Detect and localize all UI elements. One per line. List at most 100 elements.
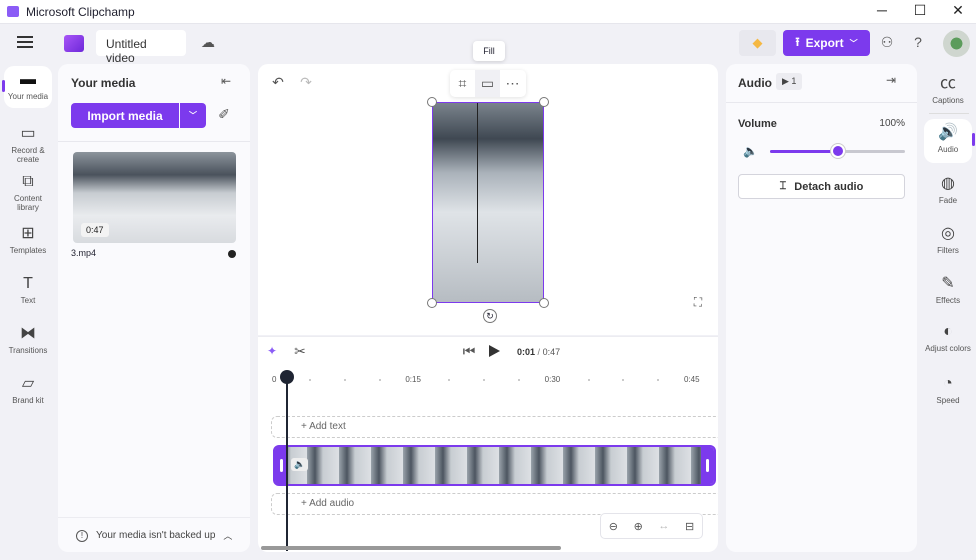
nav-captions[interactable]: ㏄ Captions [924, 70, 972, 106]
crop-icon[interactable]: ⌗ [450, 75, 475, 92]
folder-icon: ▬ [20, 71, 36, 88]
nav-active-indicator [972, 133, 975, 146]
chevron-down-icon: ﹀ [189, 111, 197, 120]
ruler-dot [622, 379, 625, 381]
redo-icon[interactable]: ↷ [298, 74, 314, 91]
filters-icon: ◎ [941, 225, 955, 242]
nav-library[interactable]: ⧉ Content library [4, 168, 52, 212]
video-toolbar: ⌗ ▭ ⋯ [450, 70, 526, 97]
fill-tooltip: Fill [473, 41, 505, 61]
audio-track[interactable]: + Add audio [271, 493, 718, 515]
ai-sparkle-icon[interactable]: ✦ [267, 344, 277, 358]
ruler-dot [448, 379, 451, 381]
resize-handle[interactable] [539, 298, 549, 308]
library-icon: ⧉ [22, 173, 34, 190]
horizontal-scrollbar[interactable] [261, 546, 561, 550]
detach-audio-button[interactable]: ⌶ Detach audio [738, 174, 905, 199]
video-preview[interactable] [432, 102, 544, 303]
ruler-tick-label: 0:45 [684, 375, 700, 384]
play-button[interactable] [489, 345, 500, 357]
clip-audio-icon[interactable]: 🔈 [291, 458, 309, 471]
nav-fade[interactable]: ◍ Fade [924, 170, 972, 206]
maximize-button[interactable]: ☐ [905, 2, 935, 19]
checkmark-icon [228, 250, 236, 258]
text-track[interactable]: + Add text [271, 416, 718, 438]
cloud-off-icon[interactable]: ☁ [198, 34, 218, 51]
fit-timeline-icon[interactable]: ↔ [658, 520, 669, 532]
import-media-button[interactable]: Import media [71, 103, 179, 128]
zoom-in-icon[interactable]: ⊕ [634, 520, 643, 533]
chevron-down-icon: ﹀ [849, 38, 858, 48]
nav-camera[interactable]: ▭ Record & create [4, 120, 52, 164]
resize-handle[interactable] [539, 97, 549, 107]
ruler-dot [378, 379, 381, 381]
premium-button[interactable]: ◆ [739, 30, 776, 56]
ruler-dot [483, 379, 485, 381]
media-filename: 3.mp4 [71, 248, 97, 258]
media-thumbnail[interactable]: 0:47 [73, 152, 236, 243]
clip-trim-handle-right[interactable] [701, 447, 714, 484]
volume-slider-thumb[interactable] [830, 144, 845, 158]
nav-effects[interactable]: ✎ Effects [924, 270, 972, 306]
fill-icon[interactable]: ▭ [475, 70, 500, 97]
media-duration: 0:47 [81, 223, 109, 237]
volume-slider[interactable] [770, 144, 905, 158]
ruler-dot [587, 379, 590, 381]
timeline-panel: ✦ ✂ ⏮ 0:01 / 0:47 0 0:15 0:30 0:45 + Add te… [258, 336, 718, 552]
resize-handle[interactable] [427, 97, 437, 107]
collapse-properties-icon[interactable]: ⇥ [883, 73, 899, 87]
project-title-input[interactable]: Untitled video [96, 30, 186, 65]
nav-brand-kit[interactable]: ▱ Brand kit [4, 370, 52, 405]
zoom-out-icon[interactable]: ⊖ [609, 520, 618, 533]
nav-adjust-colors[interactable]: ◐ Adjust colors [924, 318, 972, 354]
export-button[interactable]: ⭱ Export ﹀ [783, 30, 870, 56]
text-icon: T [23, 275, 33, 292]
nav-transitions[interactable]: ⧓ Transitions [4, 320, 52, 355]
media-panel: Your media ⇤ Import media ﹀ ✐ 0:47 3.mp4… [58, 64, 250, 552]
close-button[interactable]: ✕ [943, 2, 973, 19]
more-icon[interactable]: ⋯ [500, 75, 525, 92]
nav-speaker[interactable]: 🔊 Audio [924, 119, 972, 163]
rotate-icon[interactable]: ↻ [483, 309, 497, 323]
scissors-icon[interactable]: ✂ [292, 343, 308, 360]
nav-folder[interactable]: ▬ Your media [4, 66, 52, 108]
window-title: Microsoft Clipchamp [26, 5, 135, 19]
nav-speed[interactable]: ◔ Speed [924, 370, 972, 406]
playhead-handle[interactable] [280, 370, 294, 384]
templates-icon: ⊞ [21, 225, 35, 242]
ruler-tick-label: 0:15 [405, 375, 421, 384]
video-clip[interactable]: 🔈 [273, 445, 716, 486]
nav-templates[interactable]: ⊞ Templates [4, 220, 52, 255]
backup-warning[interactable]: ! Your media isn't backed up ︿ [76, 529, 232, 542]
warning-icon: ! [76, 529, 88, 542]
help-button[interactable]: ? [910, 34, 926, 50]
properties-panel: Audio ▶ 1 ⇥ Volume 100% 🔈 ⌶ Detach audio [726, 64, 917, 552]
camera-icon: ▭ [20, 125, 36, 142]
share-people-icon[interactable]: ⚇ [877, 34, 897, 51]
import-options-dropdown[interactable]: ﹀ [180, 103, 206, 128]
expand-timeline-icon[interactable]: ⊟ [685, 520, 694, 533]
zoom-controls: ⊖ ⊕ ↔ ⊟ [600, 513, 703, 539]
magic-wand-icon[interactable]: ✐ [214, 106, 234, 123]
adjust-colors-icon: ◐ [943, 323, 953, 340]
divider [58, 141, 250, 142]
skip-back-icon[interactable]: ⏮ [461, 343, 477, 360]
nav-text[interactable]: T Text [4, 270, 52, 305]
ruler-dot [517, 379, 520, 381]
divider [929, 113, 969, 114]
time-readout: 0:01 / 0:47 [517, 347, 561, 357]
fullscreen-icon[interactable]: ⛶ [690, 295, 706, 310]
media-panel-title: Your media [71, 76, 136, 90]
chevron-up-icon: ︿ [223, 531, 233, 541]
properties-title: Audio [738, 76, 772, 90]
menu-icon[interactable] [17, 36, 33, 48]
brand-kit-icon: ▱ [21, 375, 35, 392]
playhead[interactable] [286, 371, 288, 551]
nav-filters[interactable]: ◎ Filters [924, 220, 972, 256]
avatar[interactable] [943, 30, 970, 57]
minimize-button[interactable]: ─ [867, 2, 897, 18]
resize-handle[interactable] [427, 298, 437, 308]
undo-icon[interactable]: ↶ [270, 74, 286, 91]
upload-icon: ⭱ [795, 34, 800, 49]
collapse-panel-icon[interactable]: ⇤ [218, 74, 234, 88]
